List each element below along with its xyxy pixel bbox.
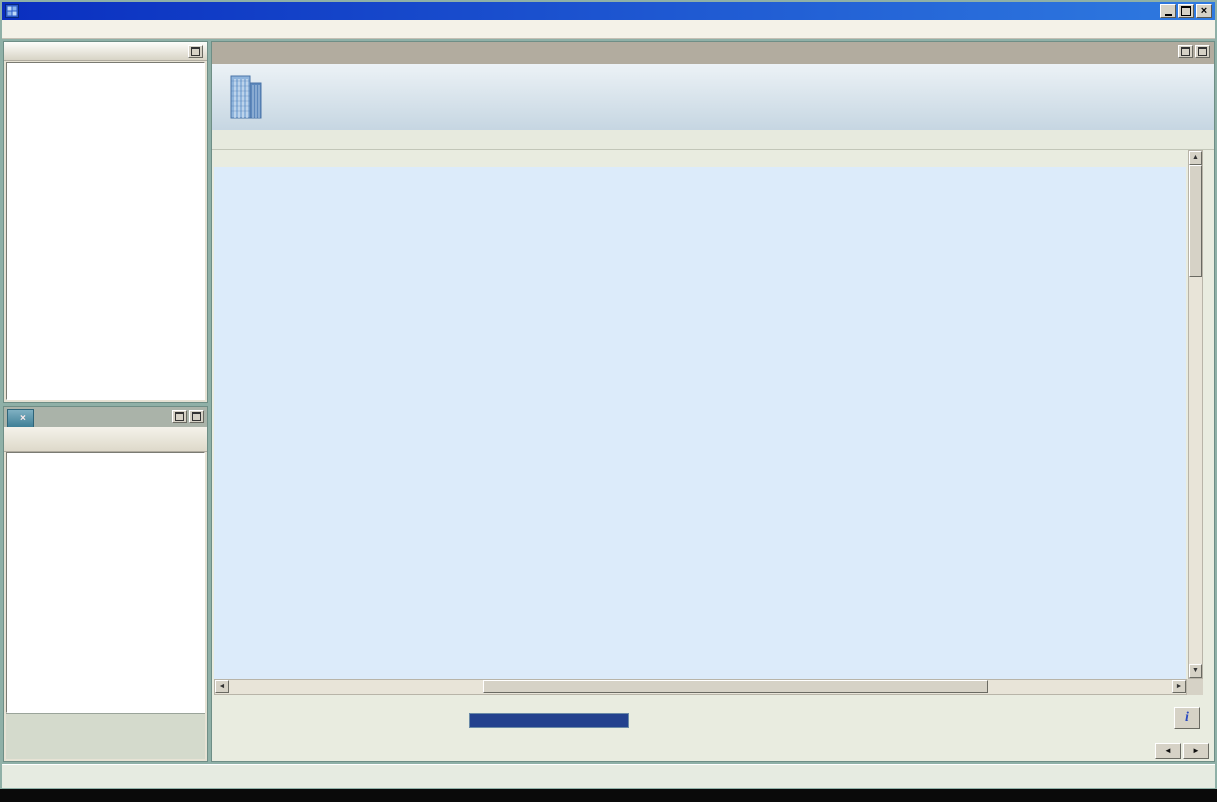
booking-contents-tabbar: × (4, 407, 207, 427)
minimize-icon (1181, 47, 1190, 56)
interactive-panel (3, 41, 208, 403)
navigation-tree (6, 62, 205, 400)
chips-scroll-left-button[interactable]: ◄ (1155, 743, 1181, 759)
minimize-icon (1165, 6, 1172, 16)
close-icon: × (1201, 6, 1207, 17)
restore-panel-button[interactable] (1195, 45, 1210, 58)
restore-icon (175, 412, 184, 421)
info-button[interactable]: i (1174, 707, 1200, 729)
minimize-button[interactable] (1160, 4, 1176, 18)
horizontal-scrollbar[interactable]: ◄ ► (214, 679, 1187, 695)
collapse-panel-button[interactable] (188, 45, 203, 58)
maximize-button[interactable] (1178, 4, 1194, 18)
table-header (214, 150, 1186, 167)
booking-contents-toolbar (4, 427, 207, 452)
vertical-scroll-thumb[interactable] (1189, 165, 1202, 277)
booking-component-chips (214, 741, 1152, 763)
progress-fill (470, 714, 628, 727)
maximize-panel-button[interactable] (189, 410, 204, 423)
maximize-icon (192, 412, 201, 421)
status-bar (2, 764, 1215, 788)
restore-icon (191, 47, 200, 56)
close-tab-icon[interactable]: × (20, 413, 26, 424)
timing-strip: i (212, 695, 1214, 741)
search-progress-bar (469, 713, 629, 728)
booking-contents-tab[interactable]: × (7, 409, 34, 427)
results-header (212, 64, 1214, 131)
maximize-icon (1181, 6, 1191, 16)
booking-summary (6, 713, 205, 759)
main-panel: ▲ ▼ ◄ ► i ◄ ► (211, 41, 1215, 762)
scroll-up-button[interactable]: ▲ (1189, 151, 1202, 165)
minimize-panel-button[interactable] (1178, 45, 1193, 58)
results-table (214, 167, 1186, 679)
vertical-scrollbar[interactable]: ▲ ▼ (1188, 150, 1203, 679)
app-icon (5, 4, 19, 18)
tab-strip (212, 42, 1214, 64)
panel-header (4, 42, 207, 61)
building-icon (226, 71, 266, 123)
scroll-left-button[interactable]: ◄ (215, 680, 229, 693)
horizontal-scroll-thumb[interactable] (483, 680, 988, 693)
results-strip (212, 130, 1214, 150)
booking-contents-panel: × (3, 406, 208, 762)
close-window-button[interactable]: × (1196, 4, 1212, 18)
title-bar: × (2, 2, 1215, 20)
application-window: × × (0, 0, 1217, 802)
chips-scroll-right-button[interactable]: ► (1183, 743, 1209, 759)
booking-contents-list (6, 452, 205, 713)
desktop-background (0, 789, 1217, 802)
restore-icon (1198, 47, 1207, 56)
scrollbar-corner (1187, 679, 1203, 695)
scroll-down-button[interactable]: ▼ (1189, 664, 1202, 678)
float-panel-button[interactable] (172, 410, 187, 423)
menu-bar (2, 20, 1215, 39)
scroll-right-button[interactable]: ► (1172, 680, 1186, 693)
